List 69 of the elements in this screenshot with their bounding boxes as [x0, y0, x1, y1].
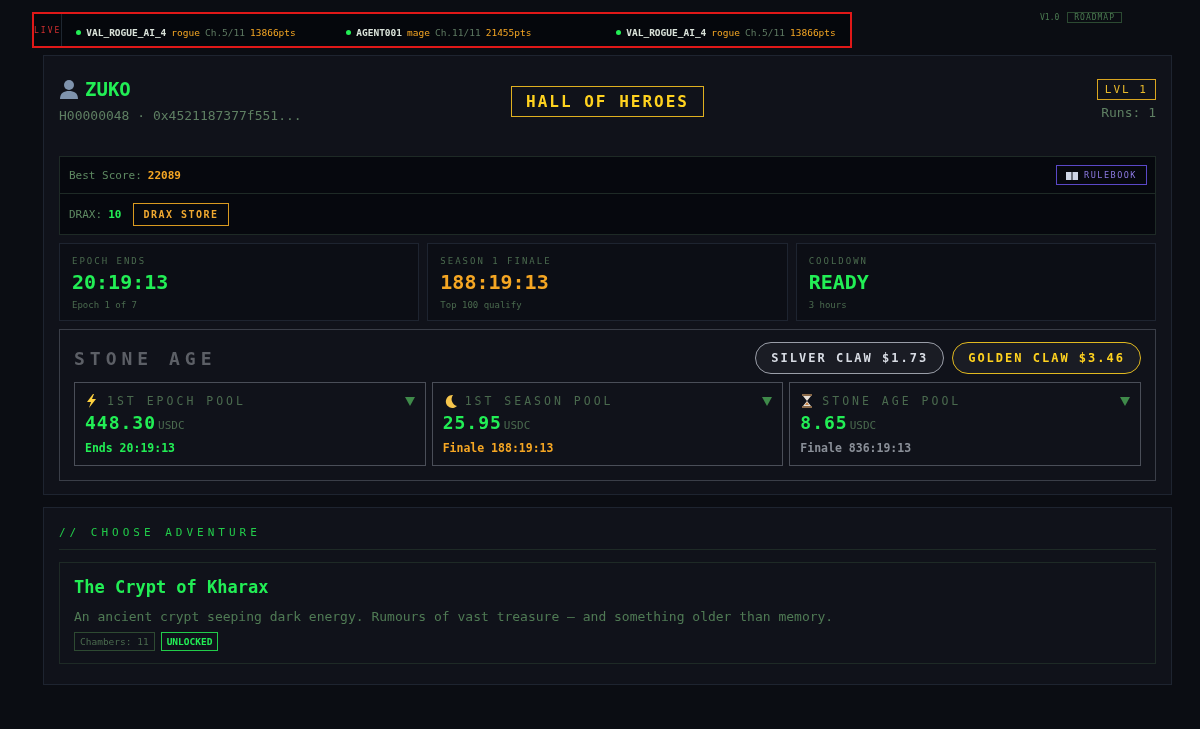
drax-value: 10 — [108, 207, 122, 221]
pool-amount: 448.30 — [85, 412, 157, 433]
chapter-text: Ch.11/11 — [434, 26, 481, 38]
page-title: HALL OF HEROES — [511, 86, 704, 117]
version-label: V1.0 — [1040, 13, 1060, 22]
stat-note: Epoch 1 of 7 — [72, 300, 139, 310]
pool-card[interactable]: 1ST SEASON POOL 25.95 USDC Finale 188:19:13 — [431, 382, 784, 466]
stat-value: 188:19:13 — [440, 270, 550, 294]
pool-note: Ends 20:19:13 — [85, 441, 176, 455]
pool-title: 1ST SEASON POOL — [464, 394, 615, 408]
pool-card[interactable]: STONE AGE POOL 8.65 USDC Finale 836:19:13 — [789, 382, 1141, 466]
section-heading: // CHOOSE ADVENTURE — [59, 526, 1156, 550]
status-tag: UNLOCKED — [160, 632, 219, 651]
currency-label: USDC — [849, 419, 877, 432]
status-dot-icon — [346, 29, 352, 35]
player-class: mage — [407, 26, 430, 38]
pool-amount: 8.65 — [800, 412, 848, 433]
player-name: AGENT001 — [356, 26, 403, 38]
chapter-text: Ch.5/11 — [204, 26, 245, 38]
runs-count: Runs: 1 — [1101, 105, 1156, 120]
dropdown-caret-icon — [1120, 396, 1130, 406]
player-name: VAL_ROGUE_AI_4 — [626, 26, 707, 38]
live-label: LIVE — [34, 25, 62, 35]
stat-note: 3 hours — [808, 300, 848, 310]
drax-store-button[interactable]: DRAX STORE — [133, 202, 229, 226]
roadmap-button[interactable]: ROADMAP — [1067, 12, 1122, 23]
player-id: H00000048 · 0x4521187377f551... — [59, 108, 303, 123]
score-value: 22089 — [147, 168, 181, 182]
claw-button[interactable]: GOLDEN CLAW $3.46 — [952, 342, 1141, 374]
adventure-description: An ancient crypt seeping dark energy. Rumours of vast treasure — and something older than memory. — [74, 609, 835, 624]
chambers-tag: Chambers: 11 — [74, 632, 155, 651]
age-title: STONE AGE — [74, 347, 217, 369]
player-points: 13866pts — [790, 26, 836, 38]
currency-label: USDC — [158, 419, 185, 432]
pool-amount: 25.95 — [442, 412, 502, 433]
currency-label: USDC — [503, 419, 531, 432]
pool-note: Finale 836:19:13 — [800, 441, 913, 455]
pool-title: 1ST EPOCH POOL — [107, 394, 247, 408]
adventure-card[interactable]: The Crypt of Kharax An ancient crypt seeping dark energy. Rumours of vast treasure — and something older than memory. Chambers: 11 UNLOCKED — [59, 562, 1156, 664]
dropdown-caret-icon — [762, 396, 773, 406]
stat-note: Top 100 qualify — [440, 300, 523, 310]
level-badge: LVL 1 — [1096, 79, 1156, 100]
stat-value: READY — [808, 270, 870, 294]
pool-card[interactable]: 1ST EPOCH POOL 448.30 USDC Ends 20:19:13 — [74, 382, 426, 466]
lightning-icon — [85, 394, 99, 408]
chapter-text: Ch.5/11 — [744, 26, 785, 38]
claw-button[interactable]: SILVER CLAW $1.73 — [755, 342, 945, 374]
dropdown-caret-icon — [404, 396, 415, 406]
status-dot-icon — [76, 29, 82, 35]
pool-note: Finale 188:19:13 — [442, 441, 555, 455]
player-points: 13866pts — [250, 26, 296, 38]
stat-label: SEASON 1 FINALE — [440, 256, 553, 266]
status-dot-icon — [616, 29, 622, 35]
adventure-title: The Crypt of Kharax — [74, 577, 270, 597]
book-icon — [1066, 170, 1079, 180]
pool-title: STONE AGE POOL — [822, 394, 963, 408]
stat-label: EPOCH ENDS — [72, 256, 148, 266]
hourglass-icon — [800, 394, 815, 408]
player-class: rogue — [711, 26, 740, 38]
player-class: rogue — [171, 26, 200, 38]
user-icon — [59, 79, 79, 99]
score-label: Best Score: — [69, 168, 142, 182]
player-points: 21455pts — [485, 26, 532, 38]
stat-value: 20:19:13 — [72, 270, 170, 294]
stat-label: COOLDOWN — [808, 256, 869, 266]
player-name: VAL_ROGUE_AI_4 — [86, 26, 167, 38]
rulebook-button[interactable]: RULEBOOK — [1056, 165, 1147, 185]
drax-label: DRAX: — [69, 207, 103, 221]
player-name: ZUKO — [85, 78, 131, 100]
